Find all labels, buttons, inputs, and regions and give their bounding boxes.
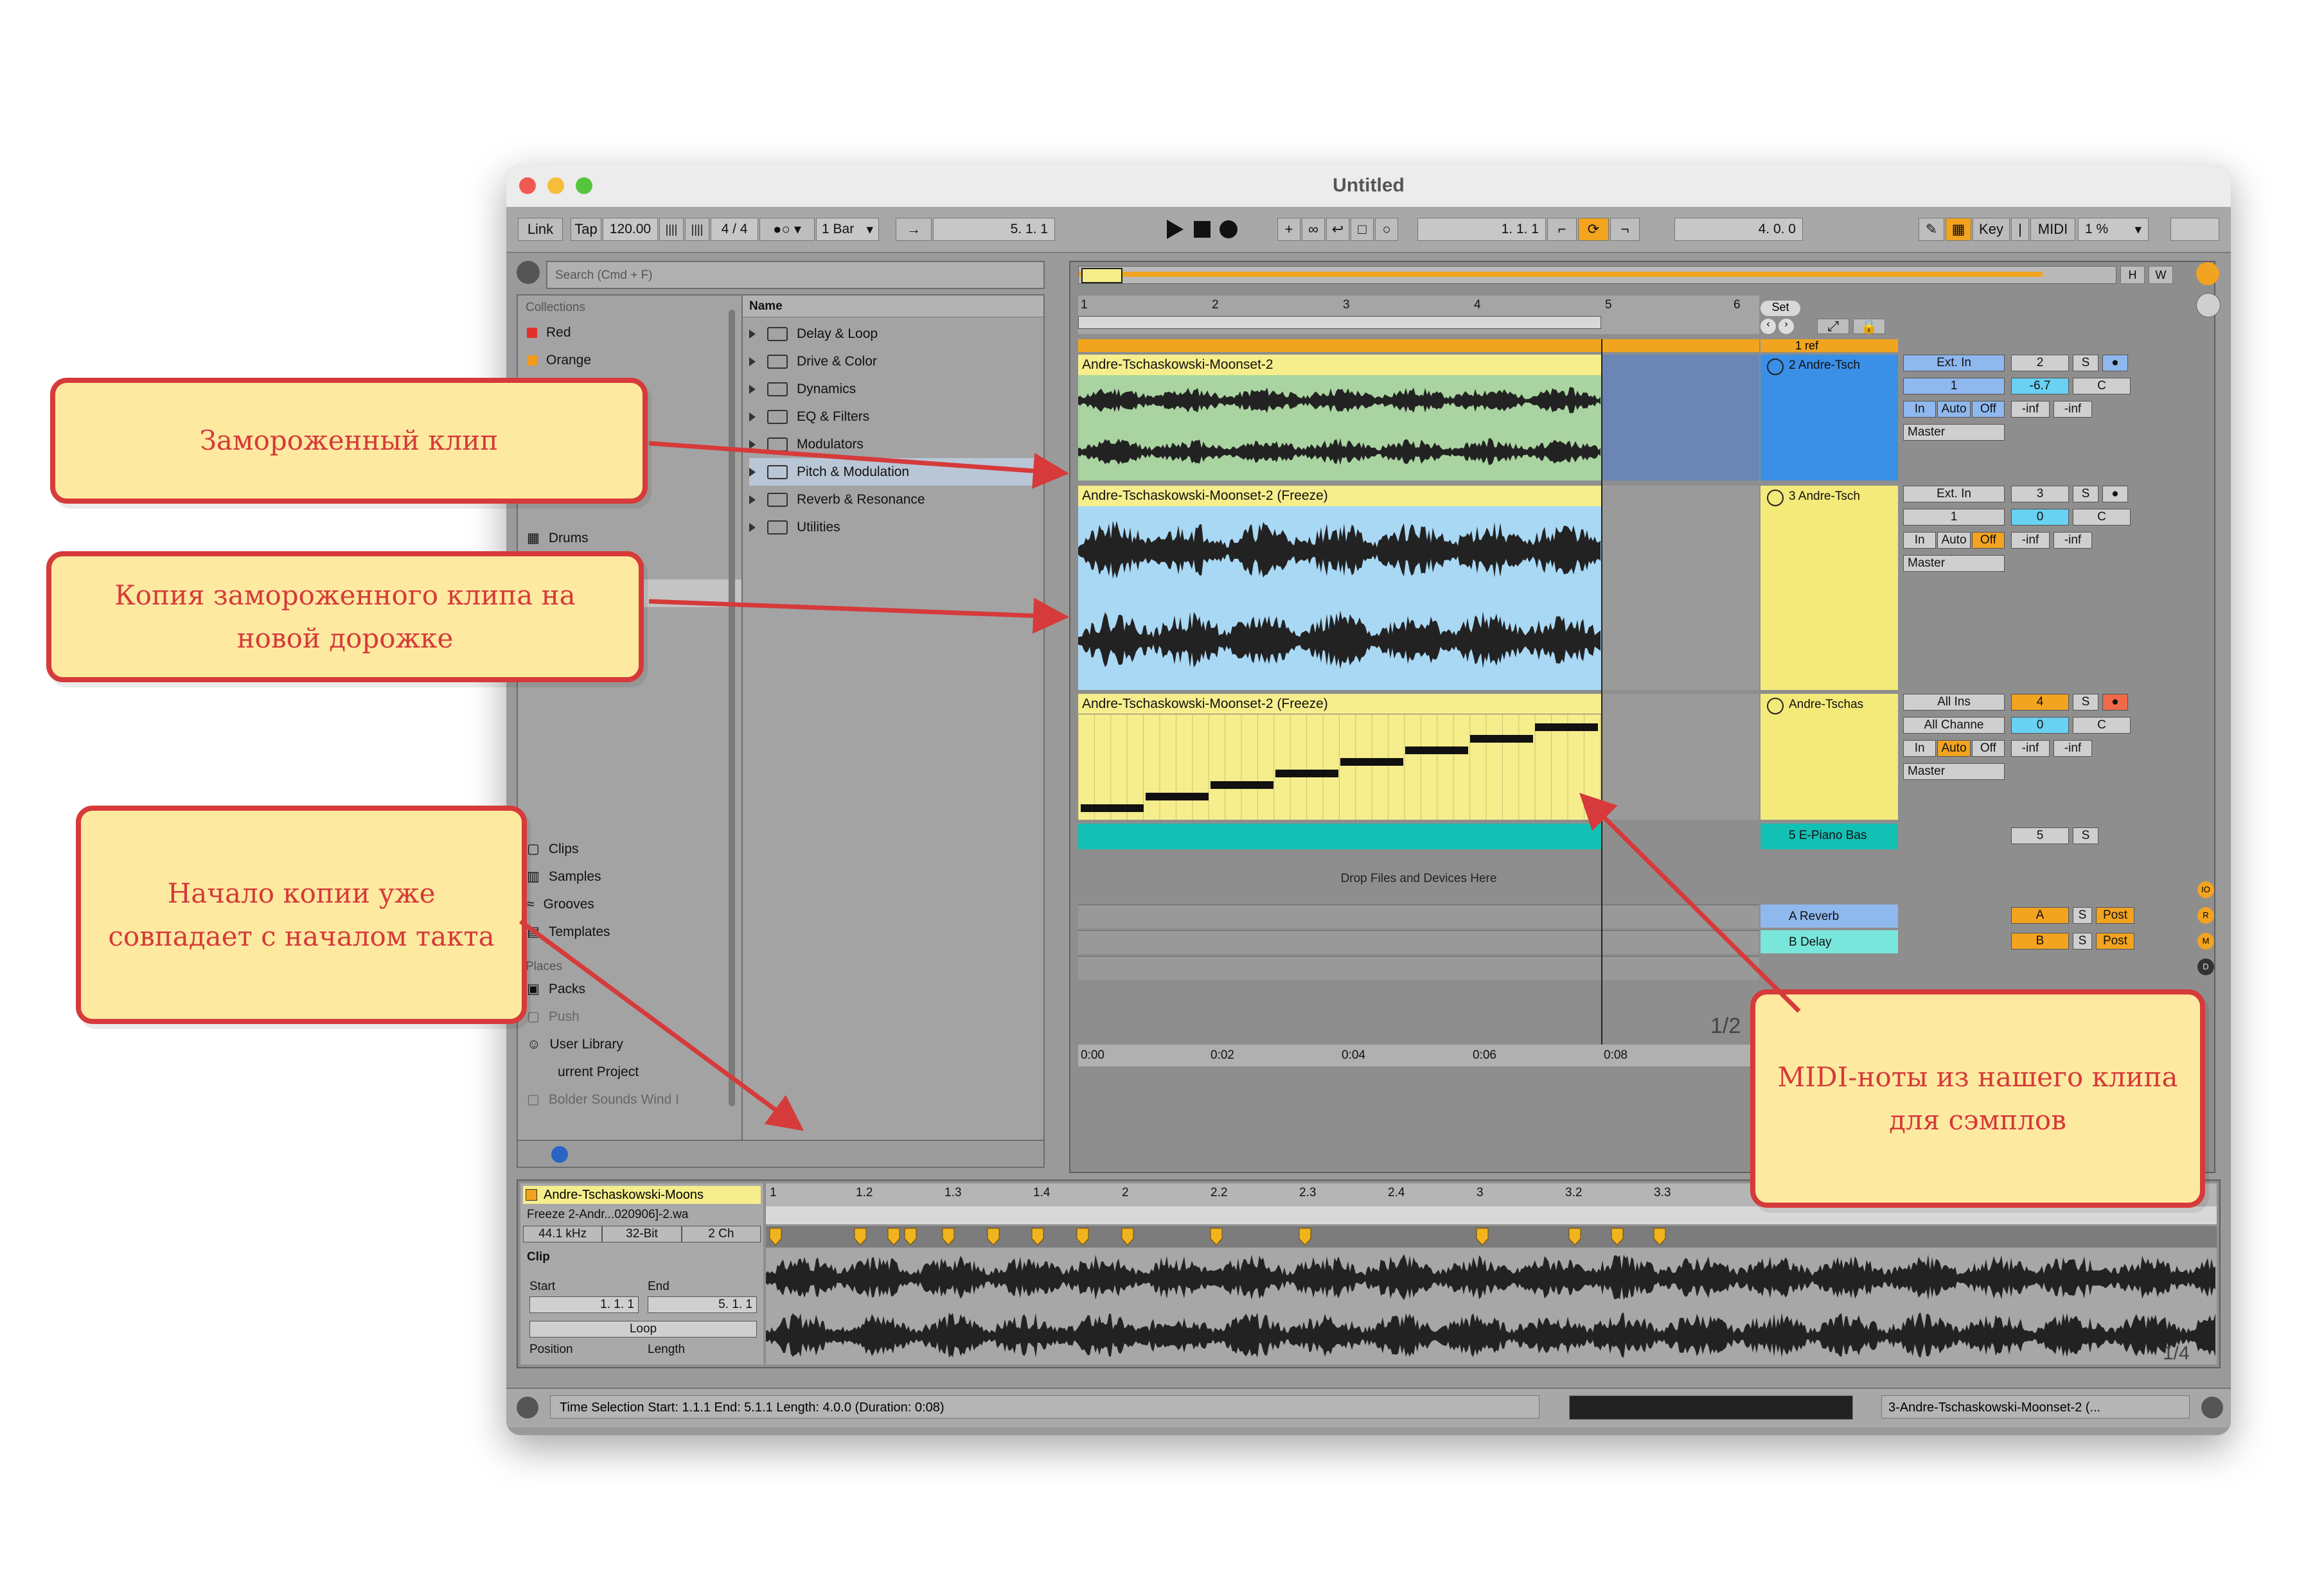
callout-arrows	[519, 441, 1801, 1131]
